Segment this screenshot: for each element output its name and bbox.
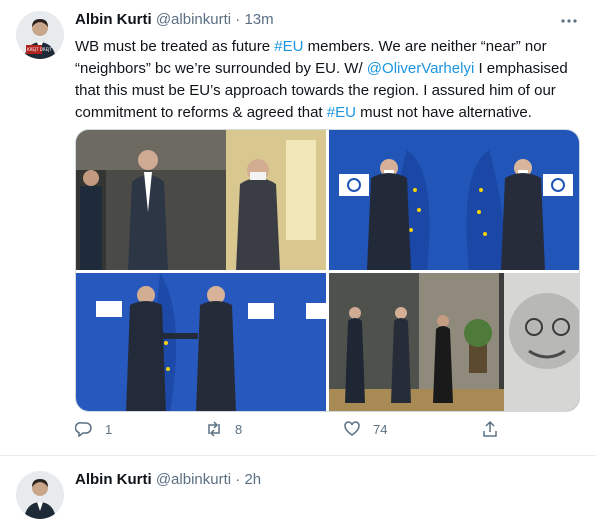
tweet-text-segment: WB must be treated as future [75, 38, 275, 55]
separator-dot: · [235, 471, 241, 488]
more-options-icon[interactable] [560, 12, 578, 30]
tweet[interactable]: Albin Kurti @albinkurti · 2h [0, 456, 596, 519]
reply-icon [75, 422, 92, 438]
hashtag-link[interactable]: #EU [327, 104, 356, 121]
like-button[interactable]: 74 [343, 420, 387, 438]
avatar[interactable]: KREJT DREJT [16, 11, 64, 59]
author-handle[interactable]: @albinkurti [156, 471, 231, 488]
media-grid[interactable] [75, 129, 580, 412]
timestamp[interactable]: 2h [244, 471, 261, 488]
separator-dot: · [235, 11, 241, 28]
retweet-count: 8 [235, 421, 243, 437]
like-count: 74 [373, 421, 388, 437]
author-handle[interactable]: @albinkurti [156, 11, 231, 28]
tweet-text-segment: must not have alternative. [355, 104, 532, 121]
reply-count: 1 [105, 421, 113, 437]
timestamp[interactable]: 13m [244, 11, 273, 28]
share-button[interactable] [481, 420, 511, 438]
author-name[interactable]: Albin Kurti [75, 471, 152, 488]
retweet-icon [208, 421, 220, 437]
share-icon [483, 420, 497, 437]
tweet[interactable]: KREJT DREJT Albin Kurti @albinkurti · 13… [0, 0, 596, 456]
media-photo[interactable] [76, 130, 326, 270]
retweet-button[interactable]: 8 [205, 420, 242, 438]
tweet-text: WB must be treated as future #EU members… [75, 36, 580, 124]
tweet-header: Albin Kurti @albinkurti · 2h [75, 470, 261, 490]
media-photo[interactable] [329, 130, 579, 270]
media-photo[interactable] [329, 273, 579, 411]
media-photo[interactable] [76, 273, 326, 411]
hashtag-link[interactable]: #EU [274, 38, 303, 55]
author-name[interactable]: Albin Kurti [75, 11, 152, 28]
mention-link[interactable]: @OliverVarhelyi [367, 60, 474, 77]
reply-button[interactable]: 1 [75, 420, 112, 438]
heart-icon [344, 421, 360, 436]
avatar[interactable] [16, 471, 64, 519]
avatar-badge-text: KREJT DREJT [27, 47, 52, 52]
tweet-actions: 1 8 74 [75, 420, 555, 450]
tweet-header: Albin Kurti @albinkurti · 13m [75, 10, 274, 30]
